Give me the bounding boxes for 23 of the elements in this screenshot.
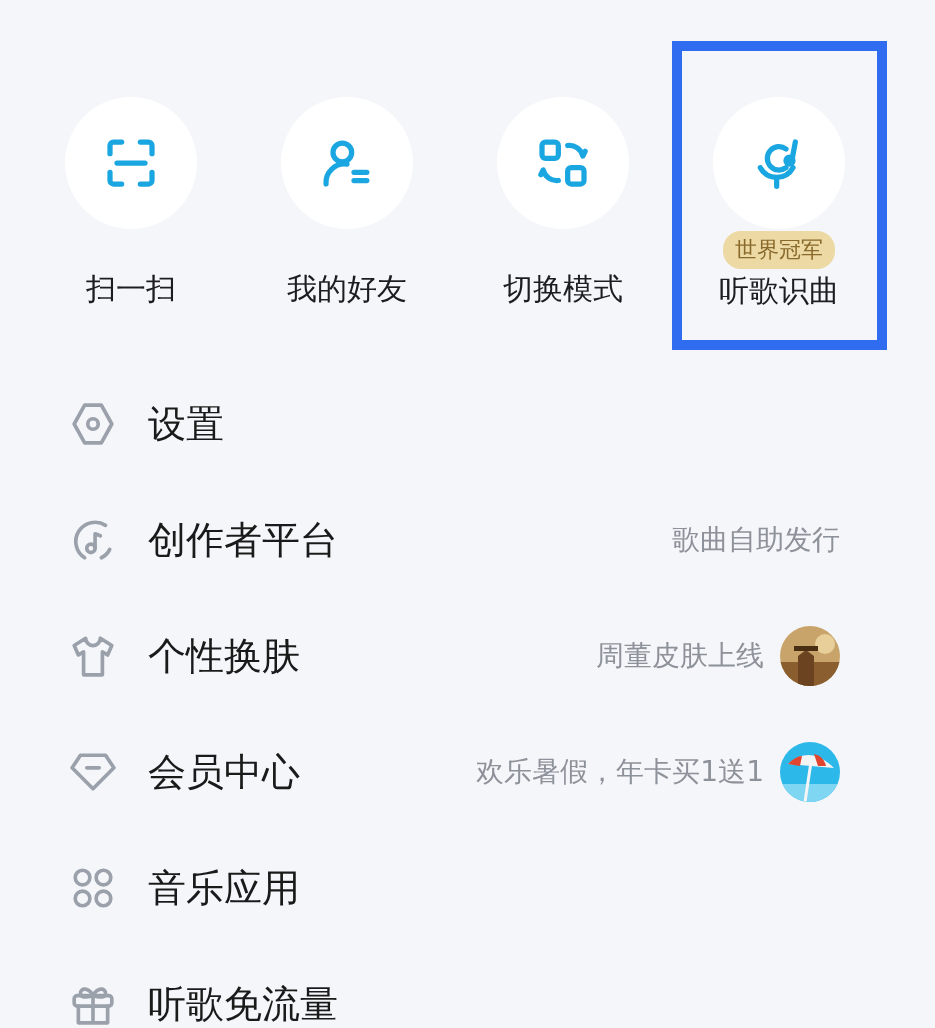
badge: 世界冠军 — [723, 231, 835, 269]
menu-label: 会员中心 — [148, 748, 300, 796]
promo-text: 欢乐暑假，年卡买1送1 — [476, 754, 764, 790]
menu-item[interactable]: 音乐应用 — [0, 830, 935, 946]
menu-label: 听歌免流量 — [148, 980, 338, 1028]
menu-label: 个性换肤 — [148, 632, 300, 680]
shortcut-label: 扫一扫 — [86, 270, 176, 308]
menu-item[interactable]: 会员中心 欢乐暑假，年卡买1送1 — [0, 714, 935, 830]
menu-item[interactable]: 设置 — [0, 366, 935, 482]
menu-label: 设置 — [148, 400, 224, 448]
hexagon-icon — [70, 401, 116, 447]
menu-label: 音乐应用 — [148, 864, 300, 912]
promo-text: 周董皮肤上线 — [596, 638, 764, 674]
menu-label: 创作者平台 — [148, 516, 338, 564]
apps-icon — [70, 865, 116, 911]
promo-text: 歌曲自助发行 — [672, 522, 840, 558]
menu-item[interactable]: 创作者平台 歌曲自助发行 — [0, 482, 935, 598]
menu-item[interactable]: 听歌免流量 — [0, 946, 935, 1028]
shortcut-label: 我的好友 — [287, 270, 407, 308]
shortcut-label: 听歌识曲 — [719, 272, 839, 310]
tshirt-icon — [70, 633, 116, 679]
menu-item[interactable]: 个性换肤 周董皮肤上线 — [0, 598, 935, 714]
shortcut-label: 切换模式 — [503, 270, 623, 308]
